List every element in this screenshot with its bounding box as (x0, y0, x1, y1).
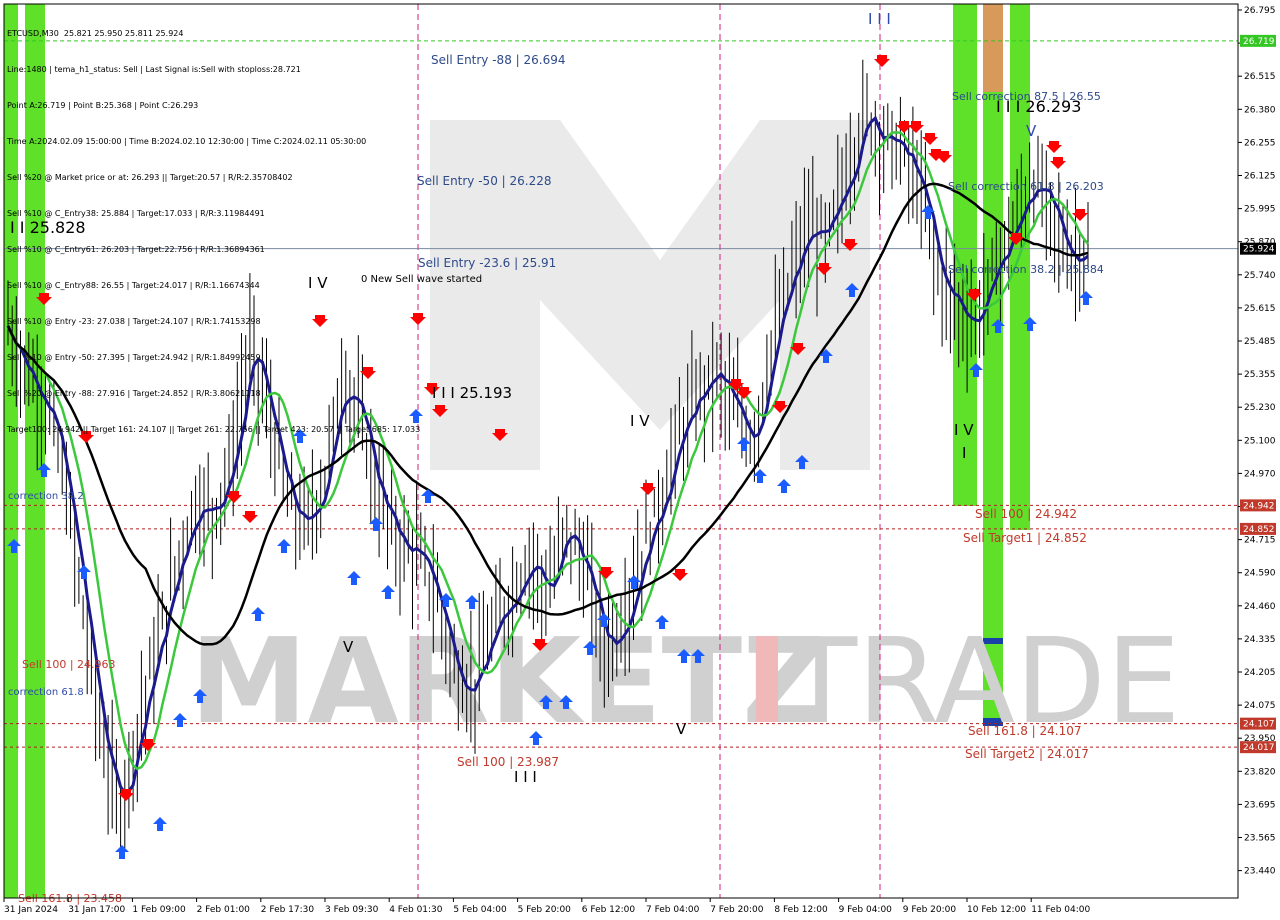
price-tick-label: 26.380 (1244, 105, 1276, 115)
chart-annotation: I I I 26.293 (996, 97, 1081, 116)
info-line: Point A:26.719 | Point B:25.368 | Point … (7, 101, 199, 110)
chart-annotation: V (343, 638, 354, 656)
price-tick-label: 24.715 (1244, 536, 1276, 546)
time-tick-label: 6 Feb 12:00 (582, 905, 636, 915)
time-tick-label: 5 Feb 20:00 (518, 905, 572, 915)
price-tick-label: 25.615 (1244, 304, 1276, 314)
info-line: Sell %10 @ C_Entry61: 26.203 | Target:22… (7, 245, 265, 254)
chart-annotation: I I I (868, 10, 891, 28)
price-tick-label: 26.255 (1244, 138, 1276, 148)
price-tick-label: 25.100 (1244, 436, 1276, 446)
chart-annotation: correction 38.2 (8, 491, 84, 502)
price-tick-label: 25.995 (1244, 205, 1276, 215)
price-tag-label: 24.107 (1243, 720, 1275, 730)
chart-annotation: Sell 100 | 23.987 (457, 755, 559, 769)
price-tick-label: 25.355 (1244, 370, 1276, 380)
time-tick-label: 7 Feb 20:00 (710, 905, 764, 915)
chart-annotation: Sell 100 | 24.963 (22, 658, 116, 671)
price-tick-label: 23.565 (1244, 834, 1276, 844)
info-line: Line:1480 | tema_h1_status: Sell | Last … (7, 65, 301, 74)
price-tag-label: 24.852 (1243, 525, 1275, 535)
time-tick-label: 4 Feb 01:30 (389, 905, 443, 915)
info-panel: ETCUSD,M30 25.821 25.950 25.811 25.924 L… (7, 4, 420, 448)
info-line: Target100: 24.942 || Target 161: 24.107 … (7, 425, 421, 434)
time-tick-label: 31 Jan 17:00 (68, 905, 125, 915)
price-tick-label: 24.205 (1244, 668, 1276, 678)
chart-annotation: correction 61.8 (8, 687, 84, 698)
price-tag-label: 24.942 (1243, 501, 1275, 511)
price-tick-label: 24.460 (1244, 602, 1276, 612)
chart-annotation: I I I (514, 768, 537, 786)
price-tag-label: 25.924 (1243, 245, 1275, 255)
zone-orange (983, 4, 1003, 92)
time-tick-label: 1 Feb 09:00 (132, 905, 186, 915)
info-line: Sell %20 @ Market price or at: 26.293 ||… (7, 173, 293, 182)
chart-annotation: V (676, 720, 687, 738)
time-tick-label: 2 Feb 17:30 (261, 905, 315, 915)
chart-annotation: I V (954, 421, 974, 439)
chart-annotation: I I I 25.193 (432, 384, 512, 402)
time-tick-label: 10 Feb 12:00 (967, 905, 1026, 915)
chart-annotation: Sell Entry -23.6 | 25.91 (418, 256, 556, 270)
watermark-text: I (745, 612, 789, 750)
price-tag-label: 26.719 (1243, 37, 1275, 47)
chart-annotation: Sell correction 38.2 | 25.884 (948, 263, 1104, 276)
info-line: Sell %20 @ Entry -88: 27.916 | Target:24… (7, 389, 261, 398)
price-tick-label: 24.970 (1244, 469, 1276, 479)
chart-annotation: I (962, 444, 966, 462)
price-tick-label: 25.740 (1244, 271, 1276, 281)
info-line: Sell %10 @ Entry -50: 27.395 | Target:24… (7, 353, 261, 362)
info-line: Sell %10 @ C_Entry88: 26.55 | Target:24.… (7, 281, 260, 290)
chart-annotation: I V (630, 412, 650, 430)
price-tick-label: 24.335 (1244, 635, 1276, 645)
time-tick-label: 5 Feb 04:00 (453, 905, 507, 915)
chart-annotation: Sell Entry -50 | 26.228 (417, 174, 551, 188)
time-tick-label: 11 Feb 04:00 (1031, 905, 1090, 915)
price-tick-label: 26.515 (1244, 72, 1276, 82)
info-line: Time A:2024.02.09 15:00:00 | Time B:2024… (7, 137, 367, 146)
chart-annotation: Sell 161.8 | 24.107 (968, 724, 1082, 738)
chart-annotation: Sell Entry -88 | 26.694 (431, 53, 565, 67)
price-tick-label: 23.440 (1244, 867, 1276, 877)
price-tick-label: 23.695 (1244, 800, 1276, 810)
price-tick-label: 25.230 (1244, 403, 1276, 413)
time-tick-label: 9 Feb 04:00 (839, 905, 893, 915)
chart-annotation: Sell 100 | 24.942 (975, 507, 1077, 521)
time-tick-label: 3 Feb 09:30 (325, 905, 379, 915)
time-tick-label: 9 Feb 20:00 (903, 905, 957, 915)
time-tick-label: 7 Feb 04:00 (646, 905, 700, 915)
price-tick-label: 26.125 (1244, 172, 1276, 182)
time-tick-label: 31 Jan 2024 (4, 905, 58, 915)
time-tick-label: 2 Feb 01:00 (197, 905, 251, 915)
price-tick-label: 24.590 (1244, 569, 1276, 579)
symbol-header: ETCUSD,M30 25.821 25.950 25.811 25.924 (7, 29, 184, 38)
price-tick-label: 25.485 (1244, 337, 1276, 347)
chart-annotation: Sell correction 61.8 | 26.203 (948, 180, 1104, 193)
price-tick-label: 24.075 (1244, 701, 1276, 711)
chart-annotation: Sell Target2 | 24.017 (965, 747, 1089, 761)
price-tag-label: 24.017 (1243, 743, 1275, 753)
price-tick-label: 23.820 (1244, 767, 1276, 777)
time-tick-label: 8 Feb 12:00 (774, 905, 828, 915)
info-line: Sell %10 @ Entry -23: 27.038 | Target:24… (7, 317, 261, 326)
chart-annotation: Sell Target1 | 24.852 (963, 531, 1087, 545)
info-line: Sell %10 @ C_Entry38: 25.884 | Target:17… (7, 209, 265, 218)
price-tick-label: 26.795 (1244, 6, 1276, 16)
chart-annotation: V (1026, 122, 1037, 140)
